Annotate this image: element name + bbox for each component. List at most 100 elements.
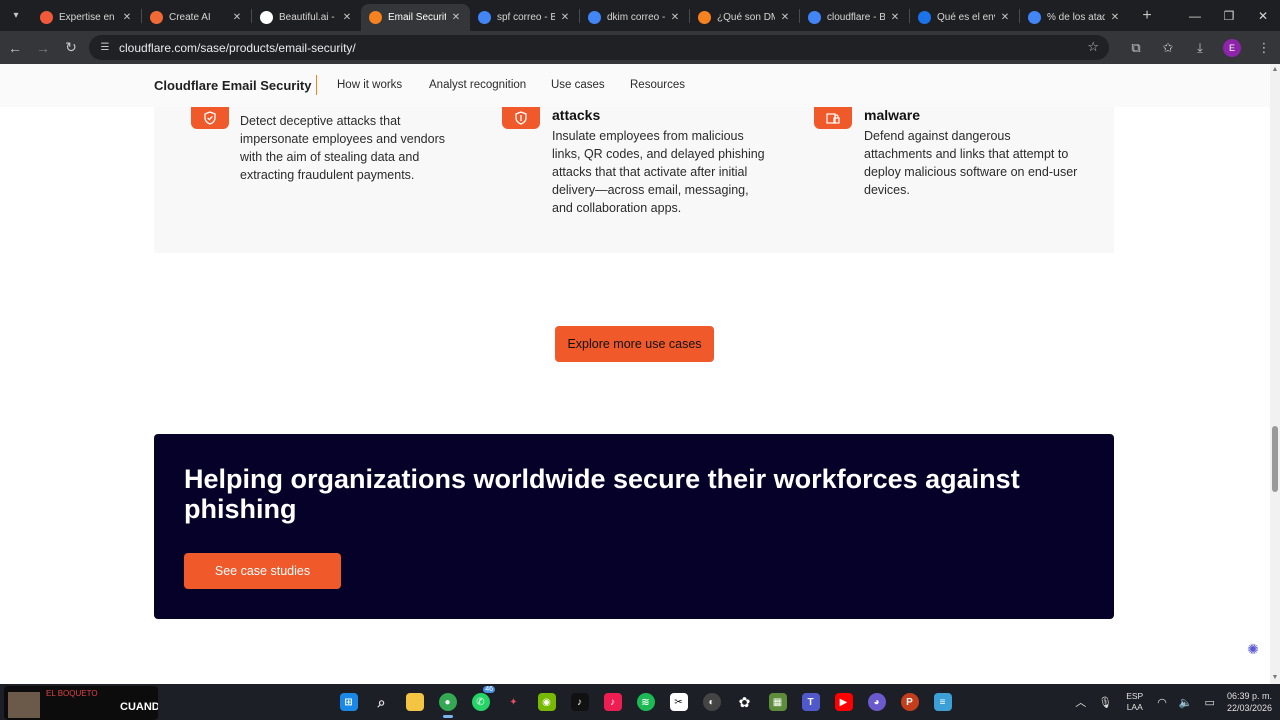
close-tab-icon[interactable]: ✕ [450, 12, 462, 24]
app-button[interactable]: ◕ [860, 688, 893, 716]
nvidia-icon: ◉ [537, 693, 556, 711]
forward-icon[interactable]: → [30, 35, 56, 61]
bookmark-star-icon[interactable]: ☆ [1087, 39, 1099, 55]
back-icon[interactable]: ← [2, 35, 28, 61]
whatsapp-button[interactable]: ✆ 46 [464, 686, 497, 716]
close-tab-icon[interactable]: ✕ [669, 12, 681, 24]
browser-tab[interactable]: cloudflare - B ✕ [800, 4, 909, 31]
tiktok-icon: ♪ [570, 693, 589, 711]
close-tab-icon[interactable]: ✕ [341, 12, 353, 24]
tab-strip: Expertise en s ✕ Create AI ✕ Beautiful.ai - ✕… [32, 0, 1129, 31]
subnav-link-use-cases[interactable]: Use cases [551, 79, 605, 91]
microphone-icon[interactable]: 🎙 [1098, 696, 1112, 709]
language-indicator[interactable]: ESP LAA [1126, 691, 1143, 713]
tiktok-alt-icon: ♪ [603, 693, 622, 711]
start-button[interactable]: ⊞ [332, 688, 365, 716]
google-icon [1028, 11, 1041, 24]
minecraft-button[interactable]: ▦ [761, 688, 794, 716]
browser-tab[interactable]: Beautiful.ai - ✕ [252, 4, 361, 31]
app-button[interactable]: ◐ [695, 688, 728, 716]
restore-icon[interactable]: ❐ [1212, 0, 1246, 31]
scrollbar-thumb[interactable] [1272, 426, 1278, 492]
volume-icon[interactable]: 🔈 [1179, 696, 1193, 709]
file-explorer-button[interactable] [398, 688, 431, 716]
tab-title: % de los ataq [1047, 12, 1105, 23]
close-tab-icon[interactable]: ✕ [779, 12, 791, 24]
close-window-icon[interactable]: ✕ [1246, 0, 1280, 31]
capcut-button[interactable]: ✂ [662, 688, 695, 716]
browser-tab[interactable]: Create AI ✕ [142, 4, 251, 31]
minimize-icon[interactable]: — [1178, 0, 1212, 31]
powerpoint-icon: P [900, 693, 919, 711]
wifi-icon[interactable]: ◠ [1157, 696, 1167, 709]
bookmarks-icon[interactable]: ✩ [1152, 35, 1184, 61]
scroll-down-icon[interactable]: ▼ [1271, 674, 1279, 682]
download-icon[interactable]: ⤓ [1184, 35, 1216, 61]
tiktok-alt-button[interactable]: ♪ [596, 688, 629, 716]
profile-avatar[interactable]: E [1216, 35, 1248, 61]
browser-tab[interactable]: spf correo - B ✕ [470, 4, 579, 31]
notepad-button[interactable]: ≡ [926, 688, 959, 716]
browser-tab[interactable]: Qué es el env ✕ [910, 4, 1019, 31]
feature-description: Defend against dangerous attachments and… [864, 129, 1078, 197]
spotify-button[interactable]: ≋ [629, 688, 662, 716]
language-layout: LAA [1126, 702, 1143, 712]
close-tab-icon[interactable]: ✕ [231, 12, 243, 24]
windows-icon: ⊞ [339, 693, 358, 711]
product-brand[interactable]: Cloudflare Email Security [154, 78, 312, 93]
browser-tab[interactable]: dkim correo - ✕ [580, 4, 689, 31]
subnav-link-how-it-works[interactable]: How it works [337, 79, 402, 91]
powerpoint-button[interactable]: P [893, 688, 926, 716]
clock[interactable]: 06:39 p. m. 22/03/2026 [1227, 690, 1272, 714]
assistant-brain-icon[interactable]: ✺ [1244, 640, 1262, 658]
browser-tab[interactable]: % de los ataq ✕ [1020, 4, 1129, 31]
url-text[interactable]: cloudflare.com/sase/products/email-secur… [119, 41, 356, 55]
new-tab-button[interactable]: + [1135, 4, 1159, 28]
teams-button[interactable]: T [794, 688, 827, 716]
cloudflare-icon [698, 11, 711, 24]
chrome-button[interactable]: ● [431, 688, 464, 718]
tab-title: Create AI [169, 12, 211, 23]
browser-tab[interactable]: ¿Qué son DM ✕ [690, 4, 799, 31]
tab-title: Qué es el env [937, 12, 995, 23]
site-info-icon[interactable]: ☰ [97, 40, 113, 56]
language-code: ESP [1126, 691, 1144, 701]
app-button[interactable]: ✦ [497, 688, 530, 716]
video-thumbnail[interactable]: EL BOQUETO CUANDO [4, 686, 158, 720]
search-icon: ⌕ [377, 693, 386, 710]
subnav-link-resources[interactable]: Resources [630, 79, 685, 91]
tab-search-icon[interactable]: ▾ [4, 4, 28, 28]
page-scrollbar[interactable]: ▲ ▼ [1270, 64, 1280, 684]
reload-icon[interactable]: ↻ [58, 35, 84, 61]
close-tab-icon[interactable]: ✕ [559, 12, 571, 24]
tiktok-button[interactable]: ♪ [563, 688, 596, 716]
extensions-icon[interactable]: ⧉ [1120, 35, 1152, 61]
youtube-button[interactable]: ▶ [827, 688, 860, 716]
close-tab-icon[interactable]: ✕ [121, 12, 133, 24]
minecraft-icon: ▦ [768, 693, 787, 711]
whatsapp-icon: ✆ [471, 693, 490, 711]
shield-link-icon [502, 107, 540, 129]
system-tray: ︿ 🎙 ESP LAA ◠ 🔈 ▭ 06:39 p. m. 22/03/2026 [1069, 684, 1280, 720]
close-tab-icon[interactable]: ✕ [889, 12, 901, 24]
search-button[interactable]: ⌕ [365, 688, 398, 716]
spotify-icon: ≋ [636, 693, 655, 711]
chevron-up-icon[interactable]: ︿ [1075, 694, 1086, 710]
browser-tab[interactable]: Email Security ✕ [361, 4, 470, 31]
avatar: E [1223, 38, 1241, 57]
toolbar-actions: ⧉ ✩ ⤓ E ⋮ [1120, 31, 1280, 64]
clock-time: 06:39 p. m. [1226, 691, 1272, 701]
see-case-studies-button[interactable]: See case studies [184, 553, 341, 589]
nvidia-button[interactable]: ◉ [530, 688, 563, 716]
menu-icon[interactable]: ⋮ [1248, 35, 1280, 61]
address-bar[interactable]: ☰ cloudflare.com/sase/products/email-sec… [89, 35, 1109, 60]
battery-icon[interactable]: ▭ [1205, 696, 1215, 709]
explore-use-cases-button[interactable]: Explore more use cases [555, 326, 714, 362]
close-tab-icon[interactable]: ✕ [1109, 12, 1121, 24]
subnav-link-analyst-recognition[interactable]: Analyst recognition [429, 79, 526, 91]
tab-title: spf correo - B [497, 12, 555, 23]
close-tab-icon[interactable]: ✕ [999, 12, 1011, 24]
browser-tab[interactable]: Expertise en s ✕ [32, 4, 141, 31]
scroll-up-icon[interactable]: ▲ [1271, 66, 1279, 74]
chatgpt-button[interactable]: ✿ [728, 688, 761, 716]
